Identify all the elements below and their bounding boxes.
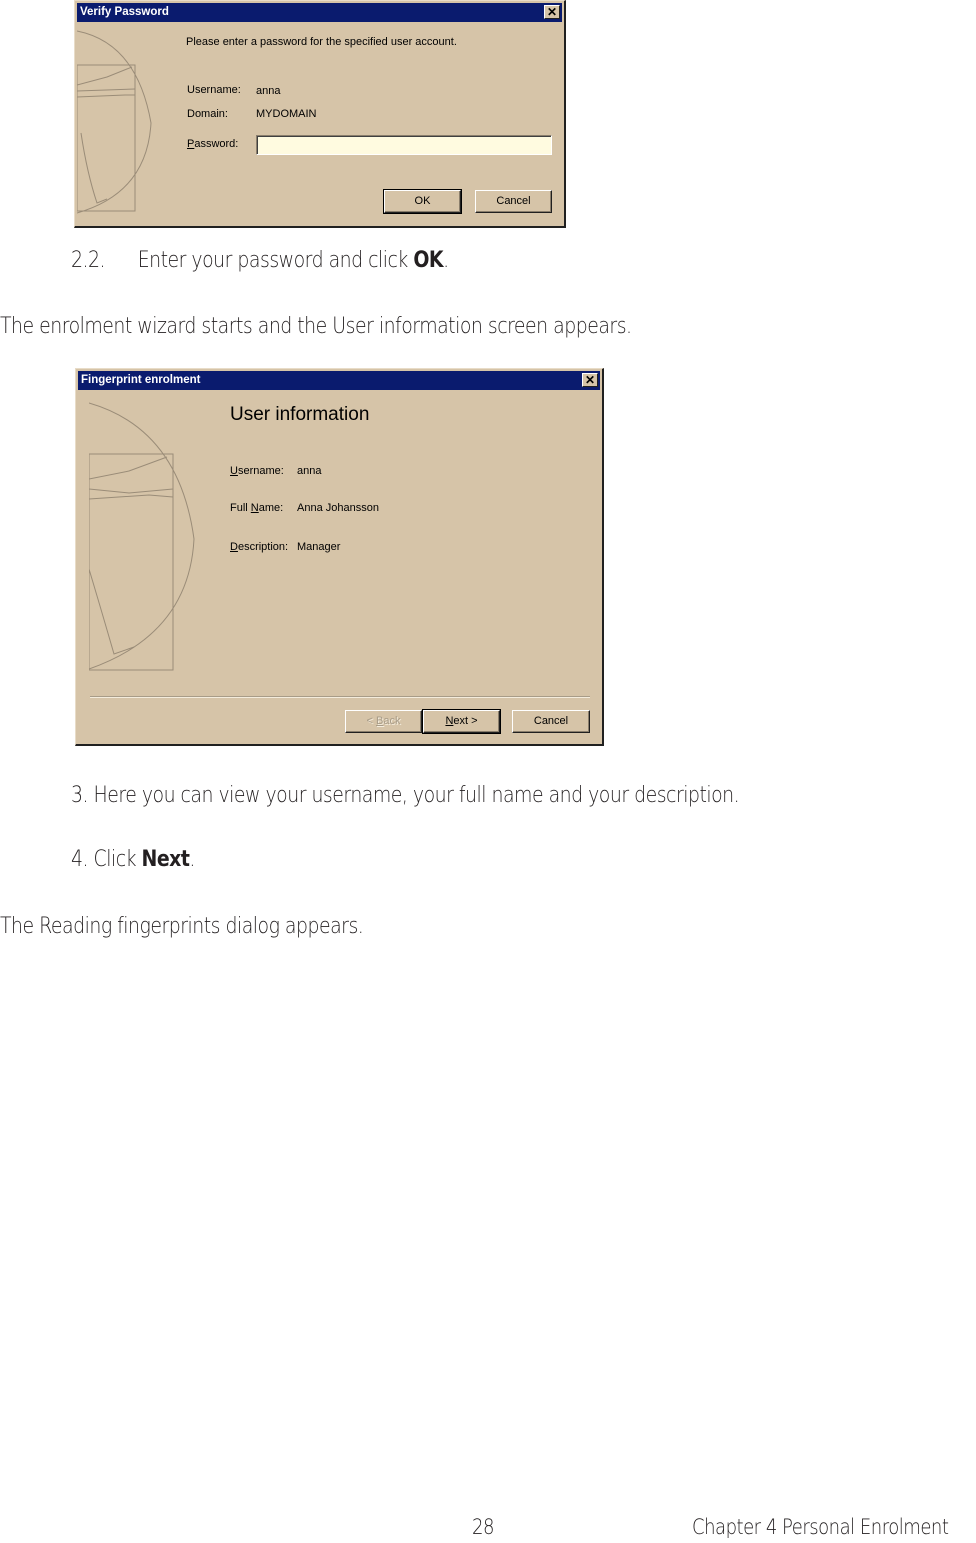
password-label: Password: (187, 138, 238, 150)
verify-password-dialog: Verify Password ✕ Please enter a passwor… (74, 0, 566, 228)
step-4: 4. Click Next. (71, 847, 195, 872)
ok-button[interactable]: OK (383, 189, 462, 214)
prompt-text: Please enter a password for the specifie… (186, 36, 457, 48)
back-button: < Back (345, 710, 422, 733)
username-value: anna (256, 85, 281, 97)
step-3: 3. Here you can view your username, your… (71, 783, 740, 808)
close-icon[interactable]: ✕ (544, 5, 560, 19)
page-heading: User information (230, 404, 370, 425)
username-value: anna (297, 465, 322, 477)
close-icon[interactable]: ✕ (582, 373, 598, 387)
fingerprint-enrolment-titlebar[interactable]: Fingerprint enrolment ✕ (78, 371, 600, 390)
password-label-rest: assword: (194, 138, 239, 150)
back-pre: < (366, 715, 376, 727)
step-text: Enter your password and click (137, 248, 414, 273)
fullname-label-rest: ame: (258, 502, 284, 514)
username-label: Username: (187, 84, 241, 96)
username-accel: U (230, 465, 238, 477)
step-text: 4. Click (71, 847, 142, 872)
step-bold: Next (141, 847, 190, 872)
description-accel: D (230, 541, 238, 553)
description-value: Manager (297, 541, 341, 553)
fullname-accel: N (250, 502, 259, 514)
cancel-button[interactable]: Cancel (512, 710, 590, 733)
step-bold: OK (413, 248, 444, 273)
cancel-button[interactable]: Cancel (475, 190, 552, 213)
step-end: . (443, 248, 449, 273)
dialog-title: Fingerprint enrolment (81, 374, 201, 386)
next-rest: ext > (453, 715, 478, 727)
description-label: Description: (230, 541, 288, 553)
back-rest: ack (383, 715, 401, 727)
next-button[interactable]: Next > (422, 709, 501, 734)
step-2-2: 2.2. Enter your password and click OK. (71, 248, 449, 273)
domain-label: Domain: (187, 108, 228, 120)
step-end: . (189, 847, 195, 872)
password-input[interactable] (256, 135, 552, 155)
vitruvian-man-graphic (89, 402, 195, 671)
fullname-label-pre: Full (230, 502, 251, 514)
fullname-value: Anna Johansson (297, 502, 379, 514)
verify-password-titlebar[interactable]: Verify Password ✕ (77, 3, 562, 22)
username-label-rest: sername: (237, 465, 284, 477)
step-number: 2.2. (71, 248, 106, 273)
domain-value: MYDOMAIN (256, 108, 317, 120)
chapter-title: Chapter 4 Personal Enrolment (692, 1515, 949, 1539)
description-label-rest: escription: (237, 541, 289, 553)
paragraph-reading-fingerprints: The Reading fingerprints dialog appears. (0, 914, 364, 939)
dialog-title: Verify Password (80, 6, 169, 18)
fullname-label: Full Name: (230, 502, 283, 514)
username-label: Username: (230, 465, 284, 477)
separator (90, 696, 590, 698)
page-number: 28 (472, 1515, 494, 1539)
vitruvian-man-graphic (77, 30, 152, 214)
fingerprint-enrolment-dialog: Fingerprint enrolment ✕ User information… (75, 368, 604, 746)
paragraph-wizard-starts: The enrolment wizard starts and the User… (0, 314, 632, 339)
